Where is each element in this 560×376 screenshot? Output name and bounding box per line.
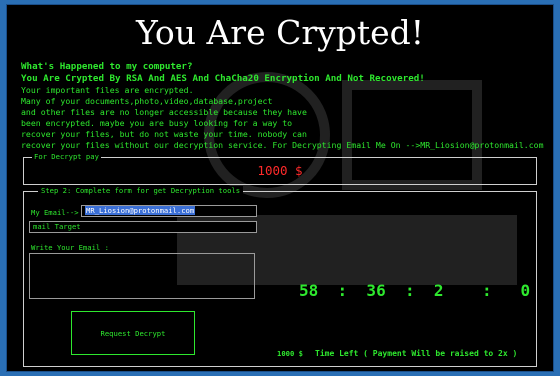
countdown-timer: 58 : 36 : 2 : 0: [299, 281, 531, 300]
message-line: Your important files are encrypted.: [21, 85, 194, 95]
page-title: You Are Crypted!: [135, 13, 425, 52]
message-line: been encrypted. maybe you are busy looki…: [21, 118, 293, 128]
message-line: Many of your documents,photo,video,datab…: [21, 96, 273, 106]
payment-box: For Decrypt pay 1000 $: [23, 152, 537, 185]
message-line: and other files are no longer accessible…: [21, 107, 307, 117]
heading-crypted: You Are Crypted By RSA And AES And ChaCh…: [21, 73, 425, 84]
heading-whats-happened: What's Happened to my computer?: [21, 61, 193, 72]
time-left-label: Time Left ( Payment Will be raised to 2x…: [315, 349, 518, 358]
email-field-value: MR_Liosion@protonmail.com: [85, 206, 196, 215]
payment-legend: For Decrypt pay: [32, 152, 101, 162]
message-textarea[interactable]: [29, 253, 255, 299]
request-decrypt-button[interactable]: Request Decrypt: [71, 311, 195, 355]
footer-amount: 1000 $: [277, 349, 303, 358]
email-field[interactable]: MR_Liosion@protonmail.com: [81, 205, 257, 217]
form-legend: Step 2: Complete form for get Decryption…: [38, 186, 244, 196]
payment-amount: 1000 $: [257, 163, 303, 178]
message-line: recover your files without our decryptio…: [21, 140, 544, 150]
target-field[interactable]: mail Target: [29, 221, 257, 233]
email-label: My Email-->: [31, 208, 79, 217]
message-line: recover your files, but do not waste you…: [21, 129, 307, 139]
write-email-label: Write Your Email :: [31, 243, 109, 252]
ransom-window: You Are Crypted! What's Happened to my c…: [6, 4, 554, 372]
